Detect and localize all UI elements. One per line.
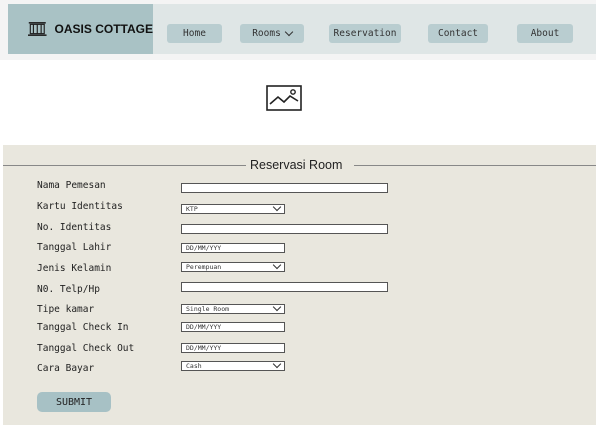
legend-divider-right (354, 165, 596, 166)
label-tanggal-lahir: Tanggal Lahir (37, 242, 112, 253)
nav-about[interactable]: About (517, 24, 573, 43)
chevron-down-icon (272, 202, 282, 212)
header: OASIS COTTAGE Home Rooms Reservation Con… (0, 0, 596, 60)
cara-bayar-select[interactable]: Cash (181, 359, 285, 371)
label-no-identitas: No. Identitas (37, 222, 112, 233)
tanggal-check-in-input[interactable]: DD/MM/YYY (181, 322, 285, 332)
building-icon (28, 22, 47, 36)
nav-reservation[interactable]: Reservation (329, 24, 401, 43)
tipe-kamar-select[interactable]: Single Room (181, 302, 285, 314)
brand-logo[interactable]: OASIS COTTAGE (8, 4, 153, 54)
nav-home[interactable]: Home (167, 24, 222, 43)
label-tipe-kamar: Tipe kamar (37, 304, 95, 315)
kartu-identitas-select[interactable]: KTP (181, 202, 285, 214)
no-identitas-input[interactable] (181, 224, 388, 234)
label-jenis-kelamin: Jenis Kelamin (37, 263, 112, 274)
submit-button[interactable]: SUBMIT (37, 392, 111, 412)
nama-pemesan-input[interactable] (181, 183, 388, 193)
no-telp-input[interactable] (181, 282, 388, 292)
label-cara-bayar: Cara Bayar (37, 363, 95, 374)
nav-rooms[interactable]: Rooms (240, 24, 304, 43)
legend-divider-left (3, 165, 246, 166)
label-tanggal-check-out: Tanggal Check Out (37, 343, 135, 354)
image-placeholder-icon (266, 85, 302, 111)
form-title: Reservasi Room (250, 158, 343, 172)
nav-contact[interactable]: Contact (428, 24, 488, 43)
chevron-down-icon (284, 27, 294, 36)
label-no-telp: N0. Telp/Hp (37, 284, 100, 295)
label-nama-pemesan: Nama Pemesan (37, 180, 106, 191)
tanggal-check-out-input[interactable]: DD/MM/YYY (181, 343, 285, 353)
tanggal-lahir-input[interactable]: DD/MM/YYY (181, 243, 285, 253)
main-nav: Home Rooms Reservation Contact About (153, 4, 596, 54)
chevron-down-icon (272, 260, 282, 270)
chevron-down-icon (272, 359, 282, 369)
brand-name: OASIS COTTAGE (54, 22, 153, 36)
jenis-kelamin-select[interactable]: Perempuan (181, 260, 285, 272)
label-tanggal-check-in: Tanggal Check In (37, 322, 129, 333)
label-kartu-identitas: Kartu Identitas (37, 201, 123, 212)
chevron-down-icon (272, 302, 282, 312)
